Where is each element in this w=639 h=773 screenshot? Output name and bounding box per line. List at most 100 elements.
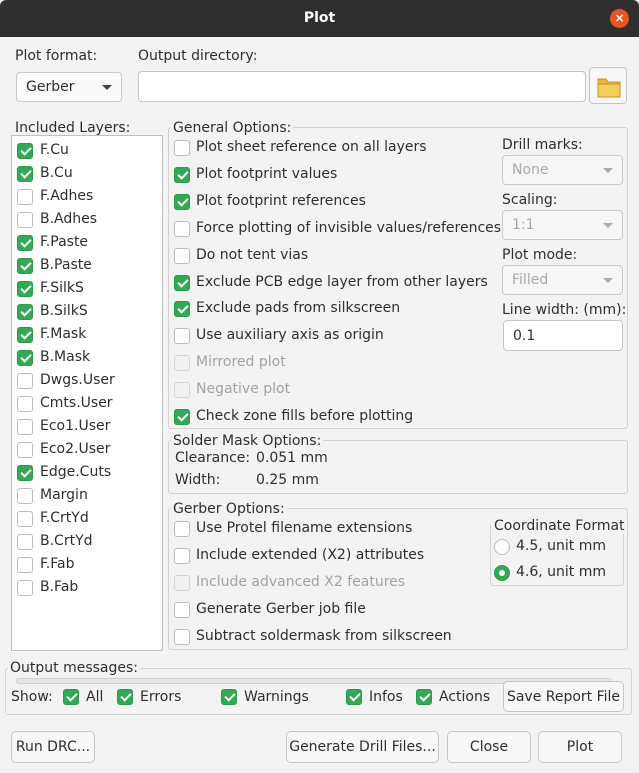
coordinate-format-radio[interactable] (494, 539, 510, 555)
scaling-label: Scaling: (502, 192, 558, 208)
gerber-option-label: Include extended (X2) attributes (196, 547, 425, 563)
layer-label: F.Mask (40, 326, 87, 342)
layer-checkbox[interactable] (17, 557, 33, 573)
gerber-option-checkbox[interactable] (174, 548, 190, 564)
layer-item[interactable]: Dwgs.User (12, 370, 162, 393)
layer-item[interactable]: F.SilkS (12, 278, 162, 301)
layer-item[interactable]: F.Cu (12, 140, 162, 163)
drill-marks-select[interactable]: None (502, 155, 623, 185)
gerber-option-checkbox[interactable] (174, 629, 190, 645)
layer-label: B.Mask (40, 349, 91, 365)
layer-item[interactable]: F.Adhes (12, 186, 162, 209)
layer-item[interactable]: Eco1.User (12, 416, 162, 439)
layer-checkbox[interactable] (17, 327, 33, 343)
filter-checkbox[interactable] (63, 689, 79, 705)
layer-label: B.SilkS (40, 303, 88, 319)
run-drc-button[interactable]: Run DRC... (11, 731, 95, 763)
width-value: 0.25 mm (256, 472, 319, 488)
general-option-checkbox[interactable] (174, 328, 190, 345)
drill-marks-label: Drill marks: (502, 137, 583, 153)
layer-item[interactable]: F.Mask (12, 324, 162, 347)
layer-item[interactable]: B.SilkS (12, 301, 162, 324)
layer-checkbox[interactable] (17, 189, 33, 205)
layer-checkbox[interactable] (17, 580, 33, 596)
layer-item[interactable]: F.Fab (12, 554, 162, 577)
coordinate-format-label: 4.5, unit mm (516, 538, 607, 554)
layer-item[interactable]: F.Paste (12, 232, 162, 255)
plot-mode-label: Plot mode: (502, 247, 578, 263)
layer-label: Margin (40, 487, 88, 503)
filter-checkbox[interactable] (346, 689, 362, 705)
filter-checkbox[interactable] (416, 689, 432, 705)
layer-item[interactable]: F.CrtYd (12, 508, 162, 531)
filter-checkbox[interactable] (117, 689, 133, 705)
general-option-label: Exclude pads from silkscreen (196, 300, 401, 317)
layer-checkbox[interactable] (17, 235, 33, 251)
general-option-checkbox[interactable] (174, 166, 190, 183)
browse-directory-button[interactable] (589, 67, 627, 104)
chevron-down-icon (603, 278, 613, 283)
gerber-option-checkbox[interactable] (174, 521, 190, 537)
layer-checkbox[interactable] (17, 258, 33, 274)
layer-item[interactable]: Eco2.User (12, 439, 162, 462)
filter-checkbox[interactable] (221, 689, 237, 705)
layer-label: B.Cu (40, 165, 73, 181)
layer-checkbox[interactable] (17, 511, 33, 527)
close-window-button[interactable]: × (610, 9, 629, 28)
layer-checkbox[interactable] (17, 442, 33, 458)
clearance-value: 0.051 mm (256, 450, 328, 466)
layer-item[interactable]: Edge.Cuts (12, 462, 162, 485)
output-messages-title: Output messages: (8, 660, 141, 676)
line-width-input[interactable]: 0.1 (503, 320, 623, 351)
layer-checkbox[interactable] (17, 396, 33, 412)
general-option-label: Force plotting of invisible values/refer… (196, 219, 502, 236)
layer-checkbox[interactable] (17, 534, 33, 550)
layer-item[interactable]: Cmts.User (12, 393, 162, 416)
layer-item[interactable]: B.CrtYd (12, 531, 162, 554)
output-directory-input[interactable] (138, 71, 586, 102)
layer-item[interactable]: B.Adhes (12, 209, 162, 232)
general-option-checkbox[interactable] (174, 193, 190, 210)
general-option-checkbox[interactable] (174, 274, 190, 291)
layer-checkbox[interactable] (17, 212, 33, 228)
layer-item[interactable]: Margin (12, 485, 162, 508)
filter-label: Infos (369, 689, 403, 705)
plot-format-select[interactable]: Gerber (16, 72, 122, 102)
filter-label: Errors (140, 689, 182, 705)
layer-checkbox[interactable] (17, 304, 33, 320)
coordinate-format-radio[interactable] (494, 565, 510, 581)
layer-list[interactable]: F.Cu B.Cu F.Adhes B.Adhes F.Paste B.Paste F.Si… (11, 135, 163, 651)
layer-checkbox[interactable] (17, 488, 33, 504)
layer-label: Dwgs.User (40, 372, 115, 388)
layer-checkbox[interactable] (17, 143, 33, 159)
layer-item[interactable]: B.Fab (12, 577, 162, 600)
general-option-checkbox[interactable] (174, 301, 190, 318)
layer-item[interactable]: B.Paste (12, 255, 162, 278)
layer-checkbox[interactable] (17, 350, 33, 366)
general-option-checkbox[interactable] (174, 140, 190, 156)
layer-item[interactable]: B.Mask (12, 347, 162, 370)
general-option-checkbox[interactable] (174, 409, 190, 425)
plot-button[interactable]: Plot (538, 731, 622, 763)
layer-checkbox[interactable] (17, 373, 33, 389)
layer-checkbox[interactable] (17, 419, 33, 435)
chevron-down-icon (603, 168, 613, 173)
layer-checkbox[interactable] (17, 166, 33, 182)
general-option-label: Plot sheet reference on all layers (196, 139, 427, 155)
drill-marks-value: None (512, 162, 549, 178)
layer-label: Edge.Cuts (40, 464, 112, 480)
gerber-option-checkbox[interactable] (174, 602, 190, 618)
close-button[interactable]: Close (447, 731, 531, 763)
generate-drill-files-button[interactable]: Generate Drill Files... (286, 731, 439, 763)
layer-item[interactable]: B.Cu (12, 163, 162, 186)
plot-format-value: Gerber (26, 79, 75, 95)
layer-label: B.Fab (40, 579, 79, 595)
plot-mode-select[interactable]: Filled (502, 265, 623, 295)
layer-checkbox[interactable] (17, 465, 33, 481)
layer-checkbox[interactable] (17, 281, 33, 297)
save-report-file-button[interactable]: Save Report File (503, 681, 624, 712)
general-option-label: Plot footprint references (196, 192, 366, 209)
general-option-checkbox[interactable] (174, 220, 190, 237)
scaling-select[interactable]: 1:1 (502, 210, 623, 240)
general-option-checkbox[interactable] (174, 247, 190, 264)
